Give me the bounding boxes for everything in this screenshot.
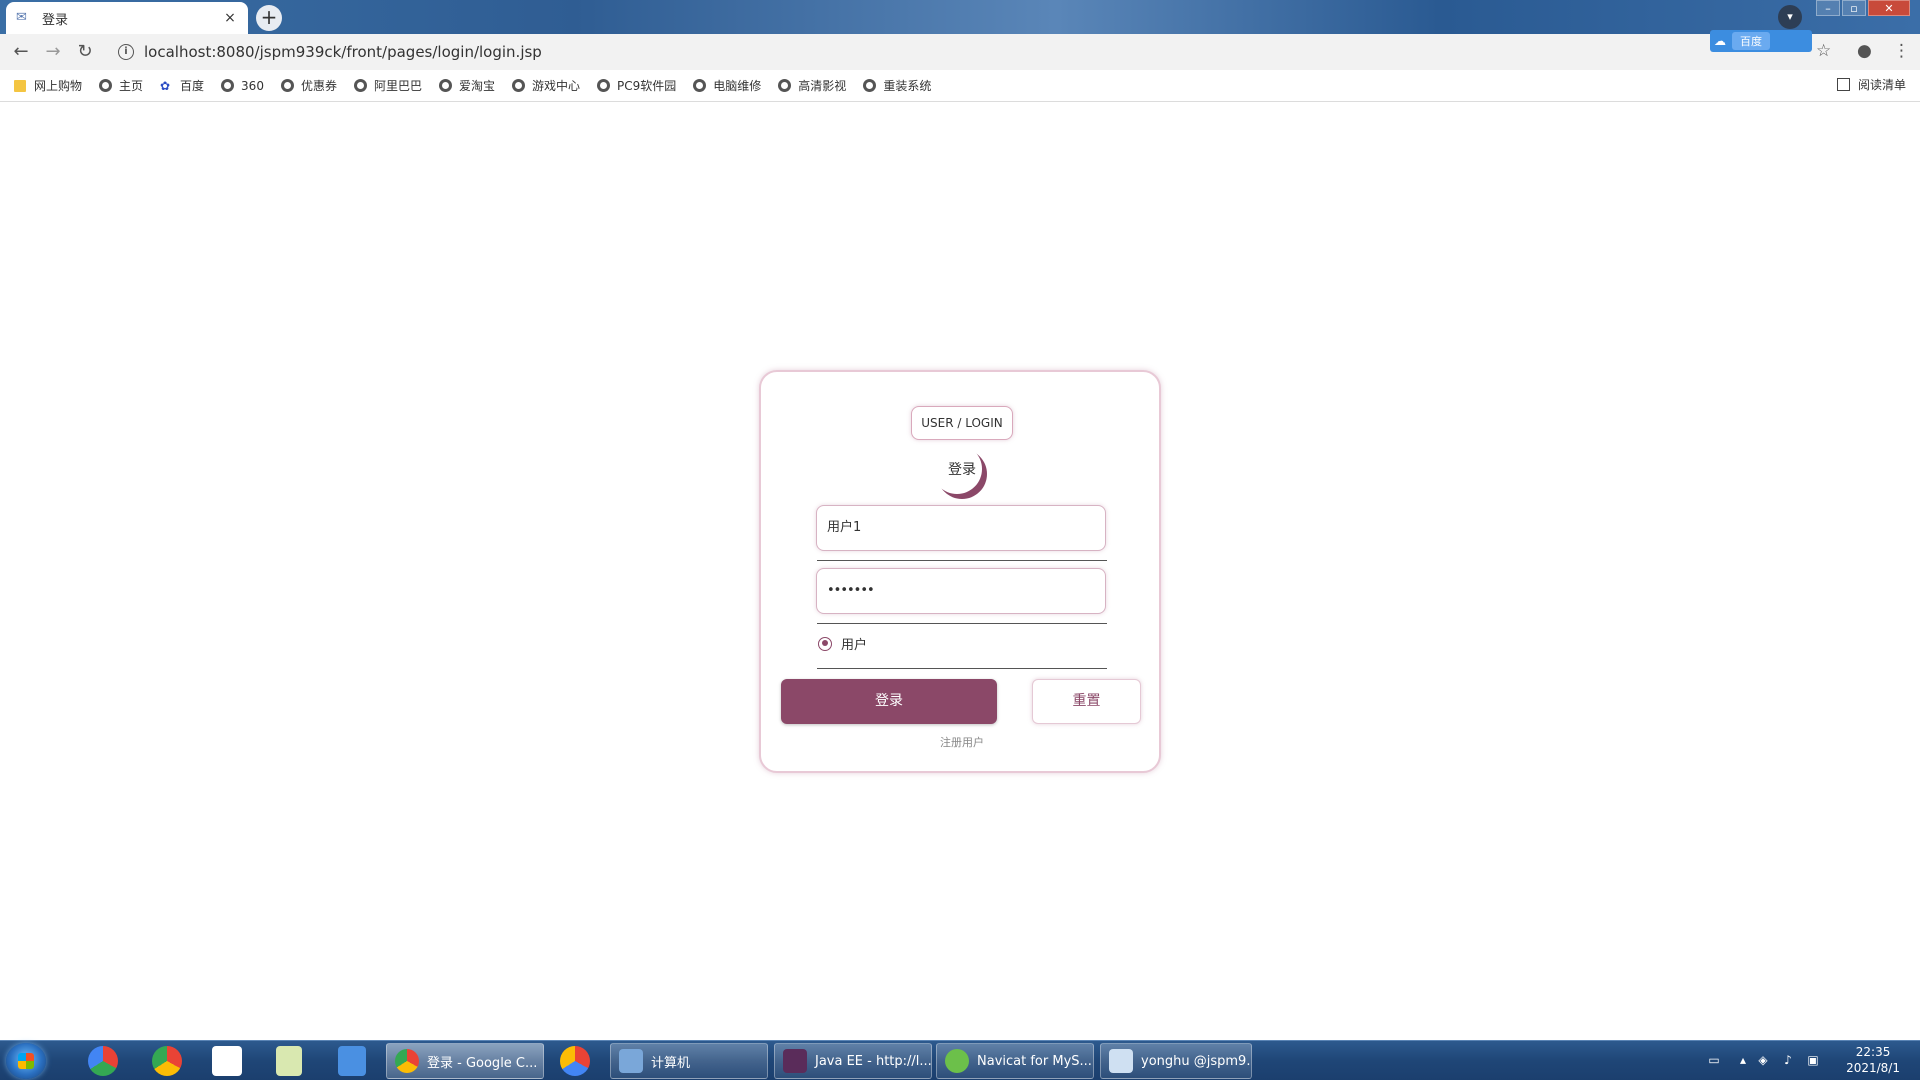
forward-arrow-icon[interactable]: → bbox=[40, 39, 66, 65]
baidu-extension-button[interactable]: ☁ 百度 bbox=[1710, 30, 1812, 52]
reading-list-button[interactable]: 阅读清单 bbox=[1836, 76, 1906, 93]
profile-avatar-icon[interactable]: ● bbox=[1857, 41, 1872, 61]
site-info-icon[interactable]: i bbox=[118, 44, 134, 60]
keyboard-icon[interactable]: ▭ bbox=[1707, 1053, 1721, 1067]
baidu-paw-icon: ✿ bbox=[160, 78, 171, 93]
taskbar-window-eclipse[interactable]: Java EE - http://l... bbox=[774, 1043, 932, 1079]
taskbar-window-navicat[interactable]: Navicat for MyS... bbox=[936, 1043, 1094, 1079]
tab-close-icon[interactable]: × bbox=[222, 10, 238, 26]
user-login-badge: USER / LOGIN bbox=[911, 406, 1013, 440]
address-bar[interactable]: i localhost:8080/jspm939ck/front/pages/l… bbox=[108, 38, 1698, 66]
browser-pinned-icon[interactable] bbox=[560, 1046, 590, 1076]
clock-date: 2021/8/1 bbox=[1846, 1061, 1900, 1075]
globe-icon bbox=[512, 79, 525, 92]
network-shield-icon[interactable]: ◈ bbox=[1756, 1053, 1770, 1067]
taskbar-clock[interactable]: 22:35 2021/8/1 bbox=[1846, 1044, 1900, 1076]
browser-tab-bar: ✉ 登录 × + ▾ – ▫ ✕ bbox=[0, 0, 1920, 34]
extension-label: 百度 bbox=[1732, 32, 1770, 50]
login-card: USER / LOGIN 登录 用户1 ••••••• 用户 登录 重置 注册用… bbox=[759, 370, 1161, 773]
windows-taskbar: 登录 - Google C... 计算机 Java EE - http://l.… bbox=[0, 1040, 1920, 1080]
maximize-icon[interactable]: ▫ bbox=[1842, 0, 1866, 16]
browser-tab-login[interactable]: ✉ 登录 × bbox=[6, 2, 248, 34]
login-title: 登录 bbox=[948, 462, 976, 478]
tray-expand-icon[interactable]: ▴ bbox=[1736, 1053, 1750, 1067]
volume-icon[interactable]: ♪ bbox=[1781, 1053, 1795, 1067]
bookmark-item[interactable]: 爱淘宝 bbox=[438, 77, 495, 94]
taskbar-window-computer[interactable]: 计算机 bbox=[610, 1043, 768, 1079]
bookmarks-bar: 网上购物 主页 ✿ 百度 360 优惠券 阿里巴巴 爱淘宝 游戏中心 PC9软件园… bbox=[0, 70, 1920, 102]
folder-icon bbox=[14, 79, 26, 92]
eclipse-icon bbox=[783, 1049, 807, 1073]
username-underline bbox=[817, 560, 1107, 561]
back-arrow-icon[interactable]: ← bbox=[8, 39, 34, 65]
reload-icon[interactable]: ↻ bbox=[72, 39, 98, 65]
address-url: localhost:8080/jspm939ck/front/pages/log… bbox=[144, 43, 542, 61]
navicat-icon bbox=[945, 1049, 969, 1073]
computer-icon bbox=[619, 1049, 643, 1073]
bookmark-item[interactable]: 游戏中心 bbox=[512, 77, 580, 94]
browser-toolbar: ← → ↻ i localhost:8080/jspm939ck/front/p… bbox=[0, 34, 1920, 70]
taskbar-window-chrome[interactable]: 登录 - Google C... bbox=[386, 1043, 544, 1079]
bookmark-item[interactable]: 重装系统 bbox=[863, 77, 931, 94]
table-icon bbox=[1109, 1049, 1133, 1073]
password-input[interactable]: ••••••• bbox=[816, 568, 1106, 614]
bookmark-star-icon[interactable]: ☆ bbox=[1816, 41, 1831, 61]
tab-title: 登录 bbox=[42, 12, 69, 28]
bookmark-item[interactable]: 网上购物 bbox=[14, 77, 82, 94]
role-radio-label: 用户 bbox=[841, 638, 868, 653]
clock-time: 22:35 bbox=[1855, 1045, 1891, 1059]
bookmark-item[interactable]: ✿ 百度 bbox=[160, 77, 204, 94]
minimize-icon[interactable]: – bbox=[1816, 0, 1840, 16]
reset-button[interactable]: 重置 bbox=[1032, 679, 1141, 724]
chrome-pinned-icon[interactable] bbox=[152, 1046, 182, 1076]
bookmark-item[interactable]: 高清影视 bbox=[778, 77, 846, 94]
globe-icon bbox=[99, 79, 113, 92]
action-center-icon[interactable]: ▣ bbox=[1806, 1053, 1820, 1067]
globe-icon bbox=[778, 79, 792, 92]
bookmark-item[interactable]: PC9软件园 bbox=[597, 77, 676, 94]
globe-icon bbox=[863, 79, 877, 92]
reading-list-icon bbox=[1836, 78, 1850, 91]
taskbar-window-table[interactable]: yonghu @jspm9... bbox=[1100, 1043, 1252, 1079]
bookmark-item[interactable]: 360 bbox=[221, 79, 264, 93]
bookmark-item[interactable]: 电脑维修 bbox=[693, 77, 761, 94]
role-radio-group: 用户 bbox=[817, 634, 867, 653]
username-input[interactable]: 用户1 bbox=[816, 505, 1106, 551]
globe-icon bbox=[280, 79, 294, 92]
password-underline bbox=[817, 623, 1107, 624]
bookmark-item[interactable]: 阿里巴巴 bbox=[353, 77, 422, 94]
window-controls: – ▫ ✕ bbox=[1814, 0, 1910, 18]
role-radio-user[interactable] bbox=[818, 636, 832, 651]
globe-icon bbox=[353, 79, 367, 92]
app-pinned-icon[interactable] bbox=[88, 1046, 118, 1076]
globe-icon bbox=[693, 79, 707, 92]
role-underline bbox=[817, 668, 1107, 669]
baidu-netdisk-pinned-icon[interactable] bbox=[212, 1046, 242, 1076]
bookmark-item[interactable]: 主页 bbox=[99, 77, 143, 94]
notepad-pinned-icon[interactable] bbox=[276, 1046, 302, 1076]
start-button[interactable] bbox=[6, 1043, 46, 1079]
menu-kebab-icon[interactable]: ⋮ bbox=[1893, 41, 1910, 61]
window-close-icon[interactable]: ✕ bbox=[1868, 0, 1910, 16]
globe-icon bbox=[221, 79, 235, 92]
chrome-icon bbox=[395, 1049, 419, 1073]
globe-icon bbox=[438, 79, 452, 92]
bookmark-item[interactable]: 优惠券 bbox=[280, 77, 337, 94]
new-tab-button[interactable]: + bbox=[256, 5, 282, 31]
page-favicon-icon: ✉ bbox=[16, 10, 27, 25]
globe-icon bbox=[597, 79, 611, 92]
tab-search-icon[interactable]: ▾ bbox=[1778, 5, 1802, 29]
explorer-pinned-icon[interactable] bbox=[338, 1046, 366, 1076]
baidu-cloud-icon: ☁ bbox=[1714, 34, 1726, 48]
login-button[interactable]: 登录 bbox=[781, 679, 997, 724]
register-link[interactable]: 注册用户 bbox=[901, 734, 1023, 750]
